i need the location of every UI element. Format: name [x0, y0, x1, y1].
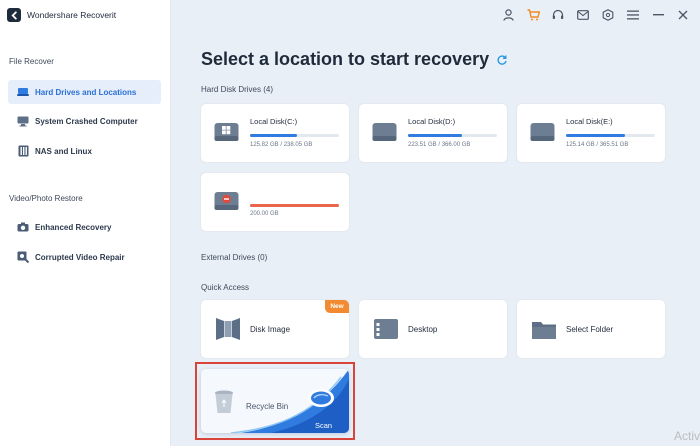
quick-access-label-text: Desktop [408, 325, 438, 334]
sidebar-item-label: Hard Drives and Locations [35, 87, 137, 97]
scan-button[interactable] [306, 387, 336, 414]
drive-size: 125.82 GB / 238.05 GB [250, 142, 313, 148]
drive-card-c[interactable]: Local Disk(C:) 125.82 GB / 238.05 GB [201, 104, 349, 162]
drive-usage-fill [250, 134, 298, 137]
recycle-bin-label: Recycle Bin [246, 402, 289, 411]
sidebar-item-enhanced-recovery[interactable]: Enhanced Recovery [8, 215, 161, 239]
sidebar-item-system-crashed[interactable]: System Crashed Computer [8, 109, 161, 133]
sidebar-item-nas-linux[interactable]: NAS and Linux [8, 139, 161, 163]
video-repair-icon [17, 251, 29, 263]
section-label-video-photo: Video/Photo Restore [9, 194, 83, 203]
recoverit-logo-icon [7, 8, 21, 22]
section-label-file-recover: File Recover [9, 57, 54, 66]
recycle-bin-icon [213, 389, 235, 420]
refresh-icon[interactable] [496, 54, 508, 66]
desktop-icon [373, 315, 399, 343]
badge-icon[interactable] [601, 8, 615, 22]
drive-usage-bar [250, 134, 339, 137]
cart-icon[interactable] [526, 8, 540, 22]
drive-size: 125.14 GB / 365.51 GB [566, 142, 629, 148]
drive-error-icon [214, 189, 239, 213]
sidebar-item-hard-drives[interactable]: Hard Drives and Locations [8, 80, 161, 104]
nas-icon [17, 145, 29, 157]
drive-usage-fill [566, 134, 625, 137]
new-badge: New [325, 300, 349, 313]
scan-label[interactable]: Scan [315, 421, 332, 430]
hard-disk-label: Hard Disk Drives (4) [201, 85, 274, 94]
sidebar-item-label: System Crashed Computer [35, 116, 138, 126]
quick-access-select-folder[interactable]: Select Folder [517, 300, 665, 358]
sidebar-item-label: Enhanced Recovery [35, 222, 112, 232]
activation-watermark: Activ [673, 429, 700, 443]
drive-usage-fill [408, 134, 463, 137]
topbar [501, 6, 690, 24]
drive-usage-bar [408, 134, 497, 137]
drive-size: 223.51 GB / 366.00 GB [408, 142, 471, 148]
app-window: Wondershare Recoverit File Recover Hard … [0, 0, 700, 446]
page-title-text: Select a location to start recovery [201, 49, 490, 69]
app-title: Wondershare Recoverit [27, 10, 117, 20]
drive-usage-fill [250, 204, 339, 207]
recycle-bin-highlight: Recycle Bin Scan [195, 362, 355, 440]
sidebar-item-corrupted-video[interactable]: Corrupted Video Repair [8, 245, 161, 269]
drive-card-d[interactable]: Local Disk(D:) 223.51 GB / 366.00 GB [359, 104, 507, 162]
sidebar-item-label: Corrupted Video Repair [35, 252, 125, 262]
quick-access-label-text: Select Folder [566, 325, 614, 334]
drive-icon [530, 120, 555, 144]
menu-icon[interactable] [626, 8, 640, 22]
drive-usage-bar [566, 134, 655, 137]
drive-card-e[interactable]: Local Disk(E:) 125.14 GB / 365.51 GB [517, 104, 665, 162]
quick-access-desktop[interactable]: Desktop [359, 300, 507, 358]
mail-icon[interactable] [576, 8, 590, 22]
brand: Wondershare Recoverit [7, 6, 116, 24]
drive-name: Local Disk(C:) [250, 117, 298, 126]
drive-name: Local Disk(D:) [408, 117, 456, 126]
drive-usage-bar [250, 204, 339, 207]
sidebar: Wondershare Recoverit File Recover Hard … [0, 0, 171, 446]
drive-name: Local Disk(E:) [566, 117, 613, 126]
sidebar-item-label: NAS and Linux [35, 146, 92, 156]
hard-drive-icon [17, 86, 29, 98]
drive-card-unallocated[interactable]: 200.00 GB [201, 173, 349, 231]
quick-access-disk-image[interactable]: Disk Image New [201, 300, 349, 358]
recycle-bin-card[interactable]: Recycle Bin Scan [201, 369, 349, 433]
windows-drive-icon [214, 120, 239, 144]
minimize-icon[interactable] [651, 8, 665, 22]
quick-access-label-text: Disk Image [250, 325, 291, 334]
drive-size: 200.00 GB [250, 211, 279, 217]
monitor-icon [17, 115, 29, 127]
folder-icon [531, 315, 557, 343]
quick-access-label: Quick Access [201, 283, 250, 292]
user-icon[interactable] [501, 8, 515, 22]
close-icon[interactable] [676, 8, 690, 22]
headset-icon[interactable] [551, 8, 565, 22]
external-drives-label: External Drives (0) [201, 253, 268, 262]
disk-image-icon [215, 315, 241, 343]
camera-icon [17, 221, 29, 233]
page-title: Select a location to start recovery [201, 49, 508, 70]
drive-icon [372, 120, 397, 144]
